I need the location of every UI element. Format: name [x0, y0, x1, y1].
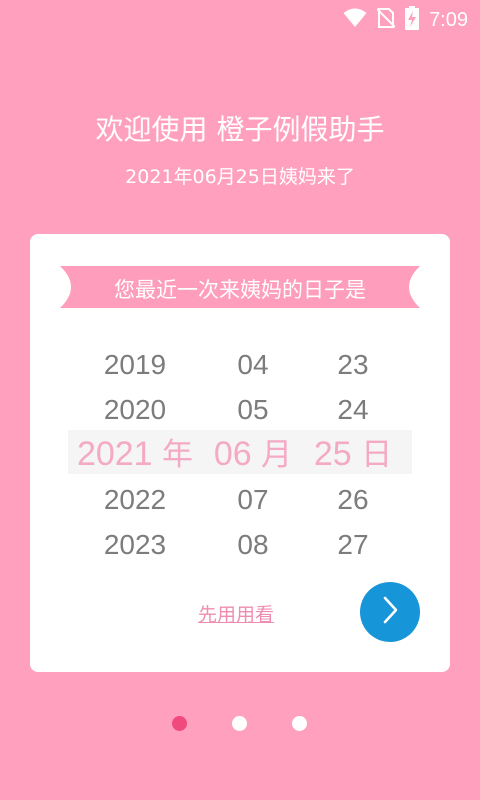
day-wheel[interactable]: 23 24 25 日 26 27	[298, 342, 408, 567]
try-it-link[interactable]: 先用用看	[198, 600, 274, 627]
day-option[interactable]: 24	[298, 387, 408, 432]
month-option[interactable]: 08	[198, 522, 308, 567]
day-option[interactable]: 23	[298, 342, 408, 387]
page-dot-1[interactable]	[172, 716, 187, 731]
period-date-subtitle: 2021年06月25日姨妈来了	[125, 166, 355, 188]
year-option[interactable]: 2020	[75, 387, 195, 432]
chevron-right-icon	[379, 595, 401, 629]
day-unit: 日	[361, 437, 393, 473]
selected-year[interactable]: 2021 年	[75, 432, 195, 477]
ribbon-text: 您最近一次来姨妈的日子是	[114, 278, 366, 302]
month-wheel[interactable]: 04 05 06 月 07 08	[198, 342, 308, 567]
page-dot-2[interactable]	[232, 716, 247, 731]
month-option[interactable]: 05	[198, 387, 308, 432]
month-option[interactable]: 07	[198, 477, 308, 522]
ribbon-banner: 您最近一次来姨妈的日子是	[60, 262, 420, 312]
status-time: 7:09	[429, 8, 468, 31]
month-unit: 月	[261, 437, 293, 473]
date-picker-card: 您最近一次来姨妈的日子是 2019 2020 2021 年 2022 2023 …	[30, 234, 450, 672]
no-sim-icon	[376, 7, 396, 33]
day-option[interactable]: 27	[298, 522, 408, 567]
wifi-icon	[343, 7, 367, 33]
date-wheel-picker[interactable]: 2019 2020 2021 年 2022 2023 04 05 06 月 07…	[30, 342, 450, 567]
year-option[interactable]: 2019	[75, 342, 195, 387]
page-indicator	[0, 716, 480, 732]
year-unit: 年	[162, 437, 194, 473]
page-dot-3[interactable]	[292, 716, 307, 731]
day-option[interactable]: 26	[298, 477, 408, 522]
month-option[interactable]: 04	[198, 342, 308, 387]
battery-charging-icon	[405, 6, 420, 34]
year-option[interactable]: 2023	[75, 522, 195, 567]
app-title: 欢迎使用 橙子例假助手	[95, 113, 385, 146]
selected-day[interactable]: 25 日	[298, 432, 408, 477]
status-bar: 7:09	[0, 0, 480, 36]
next-button[interactable]	[360, 582, 420, 642]
year-wheel[interactable]: 2019 2020 2021 年 2022 2023	[75, 342, 195, 567]
selected-month[interactable]: 06 月	[198, 432, 308, 477]
year-option[interactable]: 2022	[75, 477, 195, 522]
